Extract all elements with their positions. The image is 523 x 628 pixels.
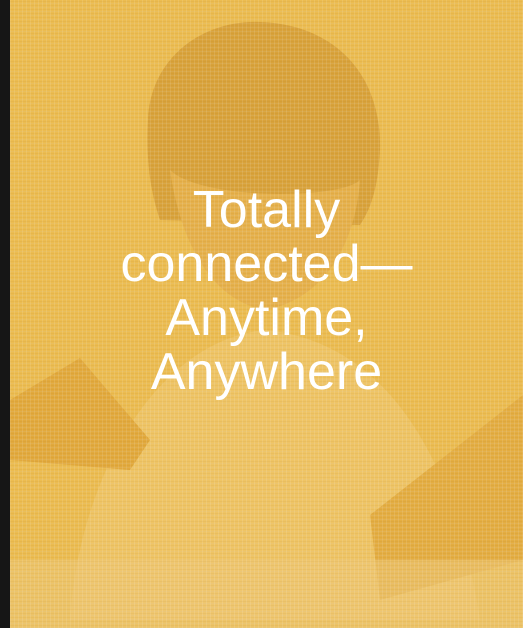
slide-headline: Totally connected— Anytime, Anywhere <box>10 183 523 399</box>
title-slide: Totally connected— Anytime, Anywhere <box>0 0 523 628</box>
headline-line-3: Anytime, <box>165 289 368 347</box>
headline-line-1: Totally <box>192 181 341 239</box>
headline-line-2: connected— <box>120 235 413 293</box>
headline-line-4: Anywhere <box>150 343 383 401</box>
left-edge-border <box>0 0 10 628</box>
table-shape <box>10 560 523 628</box>
